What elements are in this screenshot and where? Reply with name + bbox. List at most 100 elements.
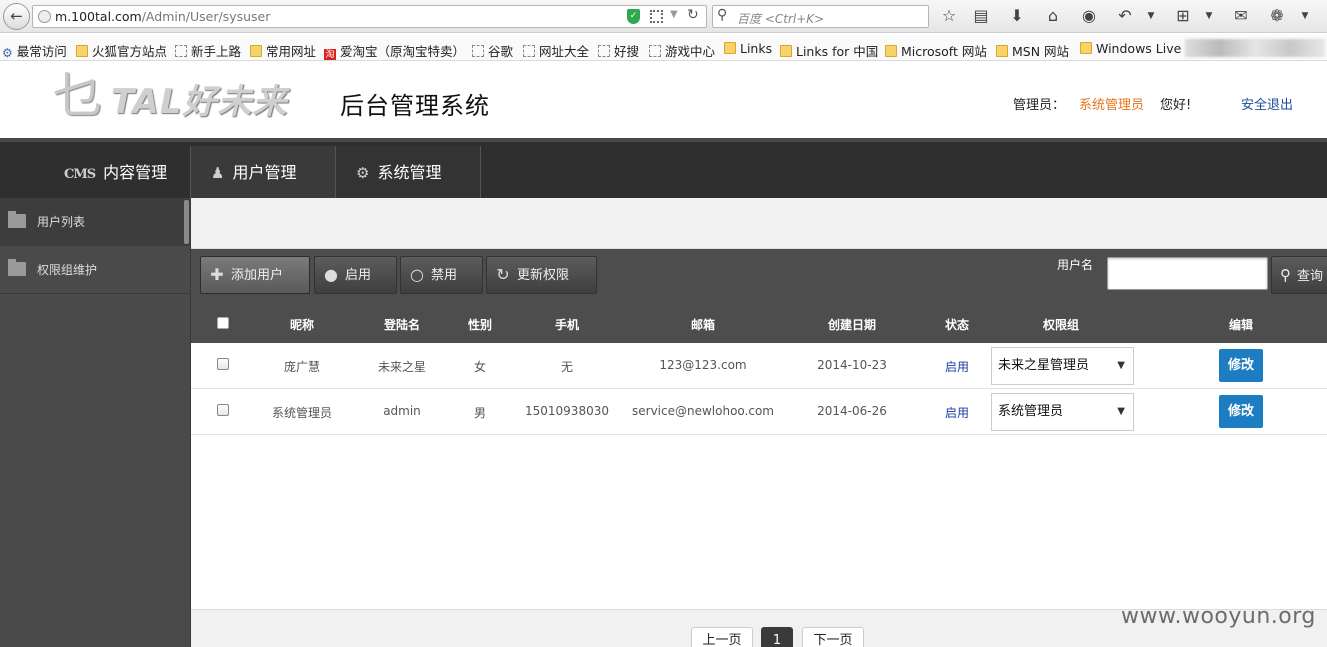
plus-icon: ✚: [210, 265, 224, 284]
blurred-bookmarks: [1185, 39, 1325, 57]
download-icon[interactable]: ⬇: [1006, 5, 1028, 27]
sidebar-item-permission-groups[interactable]: 权限组维护: [0, 246, 191, 294]
top-nav: CMS 内容管理 ♟ 用户管理 ⚙ 系统管理: [0, 138, 1327, 200]
search-placeholder: 百度 <Ctrl+K>: [737, 12, 825, 26]
refresh-icon: ↻: [496, 265, 510, 284]
disable-button[interactable]: ○ 禁用: [400, 256, 483, 294]
reading-list-icon[interactable]: ▤: [970, 5, 992, 27]
bookmark-item[interactable]: 新手上路: [175, 41, 241, 60]
button-label: 添加用户: [231, 268, 284, 283]
prev-page-button[interactable]: 上一页: [691, 627, 753, 647]
taobao-icon: 淘: [324, 49, 336, 60]
shield-icon[interactable]: ✓: [627, 9, 640, 24]
page-icon: [472, 45, 484, 57]
qr-code-icon[interactable]: [650, 10, 663, 23]
folder-icon: [996, 45, 1008, 57]
tab-content-management[interactable]: CMS 内容管理: [64, 146, 190, 200]
edit-button[interactable]: 修改: [1219, 395, 1263, 428]
group-select-value: 系统管理员: [998, 404, 1064, 419]
logout-link[interactable]: 安全退出: [1241, 94, 1293, 113]
star-icon[interactable]: ☆: [938, 5, 960, 27]
edit-button[interactable]: 修改: [1219, 349, 1263, 382]
undo-icon[interactable]: ↶: [1114, 5, 1136, 27]
bookmark-item[interactable]: MSN 网站: [996, 41, 1069, 60]
page-number-current[interactable]: 1: [761, 627, 793, 647]
lightbulb-off-icon: ○: [410, 265, 424, 284]
back-arrow-icon[interactable]: ←: [3, 3, 30, 30]
tab-user-management[interactable]: ♟ 用户管理: [190, 146, 336, 200]
bookmark-item[interactable]: 好搜: [598, 41, 639, 60]
bookmark-item[interactable]: 淘爱淘宝（原淘宝特卖）: [324, 41, 465, 60]
bookmark-item[interactable]: 网址大全: [523, 41, 589, 60]
chat-icon[interactable]: ◉: [1078, 5, 1100, 27]
extension-icon[interactable]: ❁: [1266, 5, 1288, 27]
add-user-button[interactable]: ✚ 添加用户: [200, 256, 310, 294]
undo-dropdown-icon[interactable]: ▼: [1140, 5, 1162, 27]
gear-icon: ⚙: [356, 164, 370, 182]
cell-phone: 无: [560, 360, 573, 374]
col-group: 权限组: [1042, 318, 1079, 332]
col-status: 状态: [944, 318, 969, 332]
bookmark-item[interactable]: Links for 中国: [780, 41, 878, 60]
col-edit: 编辑: [1228, 318, 1253, 332]
cell-email: service@newlohoo.com: [632, 404, 774, 418]
crop-dropdown-icon[interactable]: ▼: [1198, 5, 1220, 27]
content-top-band: [191, 198, 1327, 249]
cell-login: 未来之星: [377, 360, 426, 374]
page-icon: [598, 45, 610, 57]
sidebar: 用户列表 权限组维护: [0, 198, 191, 647]
bookmark-item[interactable]: 火狐官方站点: [76, 41, 167, 60]
bookmark-item[interactable]: Microsoft 网站: [885, 41, 987, 60]
comment-icon[interactable]: ✉: [1230, 5, 1252, 27]
bookmark-item[interactable]: 游戏中心: [649, 41, 715, 60]
bookmark-item[interactable]: Links: [724, 41, 772, 56]
row-checkbox[interactable]: [217, 358, 229, 370]
bookmark-item[interactable]: ⚙ 最常访问: [2, 41, 67, 60]
logo-tree-icon: 乜: [53, 67, 103, 125]
status-link[interactable]: 启用: [937, 358, 977, 375]
cms-icon: CMS: [64, 167, 96, 182]
user-icon: ♟: [211, 164, 225, 182]
browser-toolbar: ← m.100tal.com/Admin/User/sysuser ✓ ▼ ↻ …: [0, 0, 1327, 33]
tab-system-management[interactable]: ⚙ 系统管理: [335, 146, 481, 200]
status-link[interactable]: 启用: [937, 404, 977, 421]
username-search-input[interactable]: [1107, 257, 1268, 290]
tab-label: 系统管理: [377, 163, 442, 182]
table-row: 系统管理员 admin 男 15010938030 service@newloh…: [191, 389, 1327, 435]
group-select[interactable]: 未来之星管理员 ▼: [991, 347, 1134, 385]
browser-search-bar[interactable]: ⚲ 百度 <Ctrl+K>: [712, 5, 929, 28]
folder-icon: [780, 45, 792, 57]
button-label: 禁用: [431, 268, 458, 283]
cell-phone: 15010938030: [525, 404, 609, 418]
sidebar-scrollbar[interactable]: [184, 200, 189, 244]
next-page-button[interactable]: 下一页: [802, 627, 864, 647]
folder-icon: [76, 45, 88, 57]
row-checkbox[interactable]: [217, 404, 229, 416]
bookmark-item[interactable]: Windows Live: [1080, 41, 1181, 56]
reload-icon[interactable]: ↻: [687, 7, 699, 23]
select-all-checkbox[interactable]: [217, 317, 229, 329]
crop-icon[interactable]: ⊞: [1172, 5, 1194, 27]
bookmark-item[interactable]: 谷歌: [472, 41, 513, 60]
url-text[interactable]: m.100tal.com/Admin/User/sysuser: [55, 9, 270, 24]
menu-dropdown-icon[interactable]: ▼: [1294, 5, 1316, 27]
button-label: 更新权限: [517, 268, 570, 283]
dropdown-arrow-icon[interactable]: ▼: [670, 9, 678, 20]
page-icon: [175, 45, 187, 57]
action-bar: ✚ 添加用户 ● 启用 ○ 禁用 ↻ 更新权限 用户名 ⚲ 查询: [191, 249, 1327, 303]
search-button[interactable]: ⚲ 查询: [1271, 256, 1327, 294]
logo[interactable]: 乜 TAL好未来: [53, 66, 298, 128]
globe-icon: [38, 10, 51, 23]
button-label: 查询: [1297, 269, 1324, 284]
group-select[interactable]: 系统管理员 ▼: [991, 393, 1134, 431]
lightbulb-on-icon: ●: [324, 265, 338, 284]
bookmark-item[interactable]: 常用网址: [250, 41, 316, 60]
sidebar-item-user-list[interactable]: 用户列表: [0, 198, 191, 246]
home-icon[interactable]: ⌂: [1042, 5, 1064, 27]
watermark: www.wooyun.org: [1121, 604, 1316, 629]
address-bar[interactable]: m.100tal.com/Admin/User/sysuser ✓ ▼ ↻: [32, 5, 707, 28]
enable-button[interactable]: ● 启用: [314, 256, 397, 294]
admin-label: 管理员：: [1013, 98, 1066, 113]
refresh-permissions-button[interactable]: ↻ 更新权限: [486, 256, 597, 294]
group-select-value: 未来之星管理员: [998, 358, 1090, 373]
